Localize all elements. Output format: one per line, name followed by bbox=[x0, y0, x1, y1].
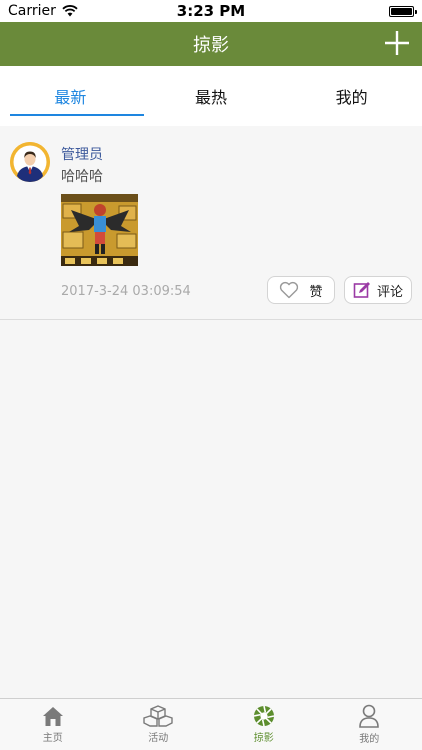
status-right bbox=[274, 5, 417, 17]
tabbar-item-home[interactable]: 主页 bbox=[0, 699, 106, 750]
like-label: 赞 bbox=[309, 284, 323, 300]
heart-icon bbox=[280, 281, 299, 299]
active-tab-indicator bbox=[10, 114, 144, 116]
tabbar-label-gallery: 掠影 bbox=[253, 733, 274, 744]
tabbar-item-gallery[interactable]: 掠影 bbox=[211, 699, 317, 750]
user-avatar-icon bbox=[10, 142, 50, 182]
photo-thumbnail-icon bbox=[61, 194, 138, 266]
tabbar-label-mine: 我的 bbox=[359, 734, 380, 745]
avatar[interactable] bbox=[10, 142, 50, 182]
status-bar: Carrier 3:23 PM bbox=[0, 0, 422, 22]
post-card: 管理员 哈哈哈 2017-3-24 03:09:54 赞 评论 bbox=[0, 128, 422, 320]
carrier-label: Carrier bbox=[8, 3, 56, 19]
tabbar-label-activities: 活动 bbox=[148, 733, 169, 744]
status-time: 3:23 PM bbox=[176, 2, 246, 20]
post-content: 哈哈哈 bbox=[61, 169, 103, 185]
bottom-tab-bar: 主页 活动 掠影 我的 bbox=[0, 698, 422, 750]
comment-label: 评论 bbox=[376, 284, 403, 300]
person-icon bbox=[359, 704, 380, 728]
nav-bar: 掠影 bbox=[0, 22, 422, 66]
post-author[interactable]: 管理员 bbox=[61, 144, 103, 164]
home-icon bbox=[42, 707, 63, 726]
status-left: Carrier bbox=[8, 3, 148, 19]
battery-icon bbox=[389, 5, 417, 17]
boxes-icon bbox=[143, 705, 173, 727]
tabbar-item-activities[interactable]: 活动 bbox=[106, 699, 212, 750]
segment-tabs: 最新 最热 我的 bbox=[0, 66, 422, 126]
like-button[interactable]: 赞 bbox=[267, 276, 335, 304]
tab-latest[interactable]: 最新 bbox=[0, 66, 141, 126]
post-image[interactable] bbox=[61, 194, 138, 266]
tab-mine[interactable]: 我的 bbox=[281, 66, 422, 126]
tab-hottest[interactable]: 最热 bbox=[141, 66, 282, 126]
wifi-icon bbox=[62, 5, 78, 17]
page-title: 掠影 bbox=[193, 35, 229, 56]
tabbar-item-mine[interactable]: 我的 bbox=[317, 699, 422, 750]
post-timestamp: 2017-3-24 03:09:54 bbox=[61, 284, 191, 299]
edit-icon bbox=[353, 282, 370, 298]
tabbar-label-home: 主页 bbox=[42, 733, 63, 744]
comment-button[interactable]: 评论 bbox=[344, 276, 412, 304]
add-icon[interactable] bbox=[382, 28, 412, 58]
aperture-icon bbox=[253, 705, 274, 727]
